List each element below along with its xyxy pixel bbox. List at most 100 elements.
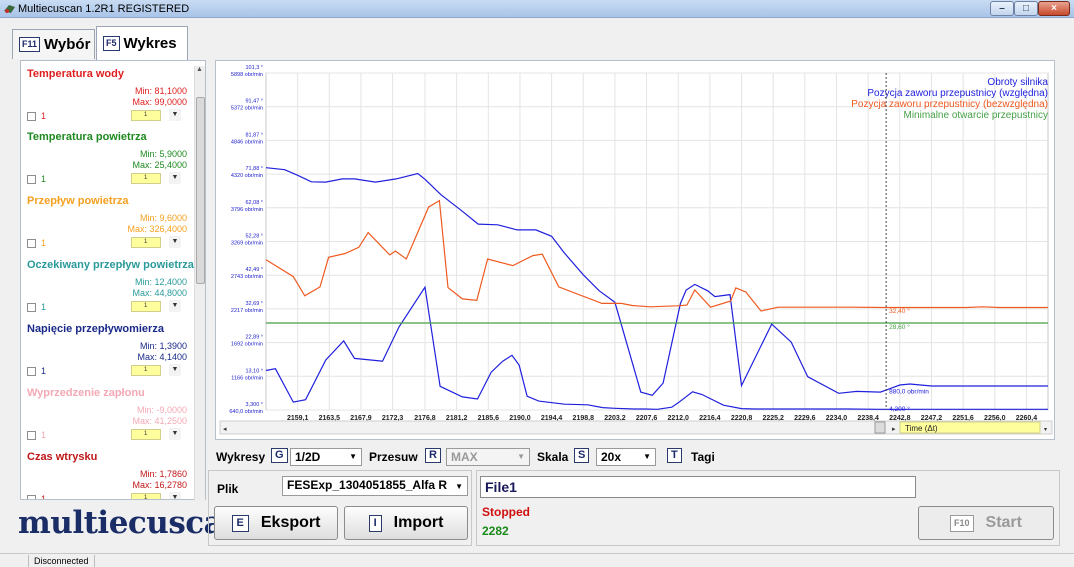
y-tick-label: 71,88 ° [246,166,264,172]
y-tick-label: 4320 obr/min [231,173,263,179]
y-tick-label: 4846 obr/min [231,139,263,145]
chevron-down-icon[interactable]: ▼ [169,492,181,499]
chevron-down-icon[interactable]: ▼ [169,109,181,121]
wykresy-label: Wykresy [216,450,266,464]
parameter-max: Max: 326,4000 [127,224,187,234]
y-tick-label: 1166 obr/min [231,375,263,381]
plik-value: FESExp_1304051855_Alfa R [287,478,448,492]
chevron-down-icon: ▼ [643,452,651,461]
parameter-min: Min: 9,6000 [139,213,187,223]
tab-wybor-key: F11 [19,37,41,52]
legend-entry: Obroty silnika [987,77,1048,88]
parameter-checkbox[interactable] [27,495,36,499]
parameter-item: Temperatura wody Min: 81,1000 Max: 99,0000… [21,61,195,125]
y-tick-label: 3269 obr/min [231,241,263,247]
import-label: Import [393,514,444,531]
legend-entry: Pozycja zaworu przepustnicy (względna) [867,88,1048,99]
parameter-checkbox[interactable] [27,239,36,248]
parameter-scale-select[interactable]: 1 [131,110,161,121]
import-button[interactable]: I Import [344,506,468,540]
parameter-list-scrollbar[interactable]: ▲ [194,66,205,501]
chevron-down-icon: ▼ [517,452,525,461]
parameter-checkbox[interactable] [27,112,36,121]
start-button[interactable]: F10 Start [918,506,1054,540]
minimize-button[interactable]: – [990,1,1014,16]
parameter-scale-select[interactable]: 1 [131,493,161,499]
parameter-checkbox[interactable] [27,175,36,184]
parameter-name: Napięcie przepływomierza [27,323,164,335]
parameter-item: Oczekiwany przepływ powietrza Min: 12,400… [21,252,195,316]
y-tick-label: 52,28 ° [246,234,264,240]
przesuw-label: Przesuw [369,450,418,464]
start-key: F10 [950,514,974,532]
cursor-value-label: 880,0 obr/min [889,389,929,396]
cursor-value-label: 4,200 ° [889,405,910,413]
tab-wybor-label: Wybór [44,36,91,53]
parameter-max: Max: 16,2780 [132,480,187,490]
eksport-button[interactable]: E Eksport [214,506,338,540]
y-tick-label: 2743 obr/min [231,274,263,280]
tab-wykres-label: Wykres [123,35,177,52]
start-label: Start [985,514,1022,531]
chevron-right-icon: ▸ [892,425,896,433]
parameter-item: Przepływ powietrza Min: 9,6000 Max: 326,40… [21,188,195,252]
import-key: I [368,514,382,532]
close-button[interactable]: × [1038,1,1070,16]
parameter-name: Temperatura wody [27,68,124,80]
parameter-list: Temperatura wody Min: 81,1000 Max: 99,0000… [20,60,206,500]
chevron-down-icon[interactable]: ▼ [169,172,181,184]
time-axis-label: Time (Δt) [905,424,938,433]
scroll-left-icon: ◂ [223,425,227,433]
eksport-key: E [231,514,249,532]
window-title: Multiecuscan 1.2R1 REGISTERED [18,3,190,15]
chevron-down-icon[interactable]: ▼ [169,236,181,248]
parameter-scale-select[interactable]: 1 [131,173,161,184]
file-name-field[interactable]: File1 [480,476,916,498]
chevron-down-icon[interactable]: ▼ [169,428,181,440]
skala-select[interactable]: 20x ▼ [596,448,656,466]
scrollbar-thumb[interactable] [196,97,205,284]
parameter-item: Temperatura powietrza Min: 5,9000 Max: 25,… [21,124,195,188]
parameter-scale-select[interactable]: 1 [131,237,161,248]
y-tick-label: 2217 obr/min [231,308,263,314]
parameter-checkbox[interactable] [27,367,36,376]
chevron-down-icon[interactable]: ▼ [169,364,181,376]
tab-wykres-key: F5 [103,36,120,51]
parameter-name: Wyprzedzenie zapłonu [27,387,145,399]
chevron-down-icon: ▼ [455,482,463,491]
tagi-key[interactable]: T [667,448,682,463]
y-tick-label: 91,47 ° [246,99,264,105]
y-tick-label: 5372 obr/min [231,106,263,112]
skala-value: 20x [601,450,622,464]
parameter-scale-select[interactable]: 1 [131,301,161,312]
maximize-button[interactable]: □ [1014,1,1038,16]
parameter-checkbox[interactable] [27,431,36,440]
przesuw-select[interactable]: MAX ▼ [446,448,530,466]
plik-select[interactable]: FESExp_1304051855_Alfa R ▼ [282,476,468,496]
tab-wykres[interactable]: F5 Wykres [96,26,188,60]
y-tick-label: 42,49 ° [246,267,264,273]
y-tick-label: 1692 obr/min [231,342,263,348]
status-text: Stopped [482,505,530,519]
status-bar: Disconnected [0,553,1074,567]
parameter-item: Napięcie przepływomierza Min: 1,3900 Max: … [21,316,195,380]
parameter-max: Max: 4,1400 [137,352,187,362]
y-tick-label: 62,08 ° [246,200,264,206]
scroll-up-icon[interactable]: ▲ [196,66,203,73]
y-tick-label: 3796 obr/min [231,207,263,213]
parameter-max: Max: 99,0000 [132,97,187,107]
y-tick-label: 5898 obr/min [231,72,263,78]
wykresy-select[interactable]: 1/2D ▼ [290,448,362,466]
parameter-min: Min: -9,0000 [136,405,187,415]
chevron-down-icon: ▼ [349,452,357,461]
parameter-scale-select[interactable]: 1 [131,429,161,440]
parameter-number: 1 [41,238,47,248]
parameter-checkbox[interactable] [27,303,36,312]
line-chart: 101,3 °5898 obr/min 91,47 °5372 obr/min 81… [219,65,1053,435]
parameter-item: Czas wtrysku Min: 1,7860 Max: 16,2780 1 1 ▼ [21,444,195,499]
connection-status: Disconnected [28,555,95,567]
parameter-name: Przepływ powietrza [27,195,129,207]
tab-wybor[interactable]: F11 Wybór [12,29,95,59]
parameter-scale-select[interactable]: 1 [131,365,161,376]
chevron-down-icon[interactable]: ▼ [169,300,181,312]
